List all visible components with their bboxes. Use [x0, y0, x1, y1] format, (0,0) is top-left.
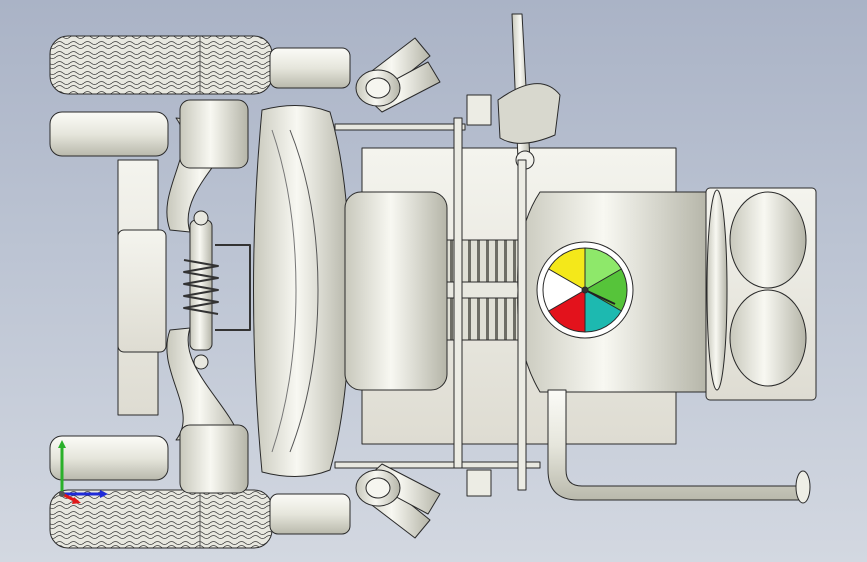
- lower-rail[interactable]: [334, 461, 541, 469]
- bottom-hub[interactable]: [179, 424, 249, 494]
- strut-3[interactable]: [466, 94, 492, 126]
- 3d-viewport[interactable]: [0, 0, 867, 562]
- end-cap-bottom[interactable]: [729, 289, 807, 387]
- shock-absorber[interactable]: [183, 210, 251, 370]
- strut-1[interactable]: [453, 117, 463, 469]
- engine-chassis-model[interactable]: [0, 0, 867, 562]
- strut-2[interactable]: [517, 159, 527, 491]
- strut-4[interactable]: [466, 469, 492, 497]
- axis-triad-icon: [58, 440, 108, 504]
- seat-body[interactable]: [253, 104, 351, 478]
- top-wheel[interactable]: [49, 35, 351, 95]
- side-pipe-end[interactable]: [795, 470, 811, 504]
- bottom-exhaust[interactable]: [355, 463, 441, 539]
- upper-rail[interactable]: [334, 123, 466, 131]
- gauge[interactable]: [536, 241, 634, 339]
- top-rim[interactable]: [49, 111, 169, 157]
- top-exhaust[interactable]: [355, 37, 441, 113]
- end-cap-top[interactable]: [729, 191, 807, 289]
- engine-cylinder-left[interactable]: [344, 191, 448, 391]
- top-hub[interactable]: [179, 99, 249, 169]
- battery-block[interactable]: [117, 229, 167, 353]
- handlebar[interactable]: [497, 13, 561, 170]
